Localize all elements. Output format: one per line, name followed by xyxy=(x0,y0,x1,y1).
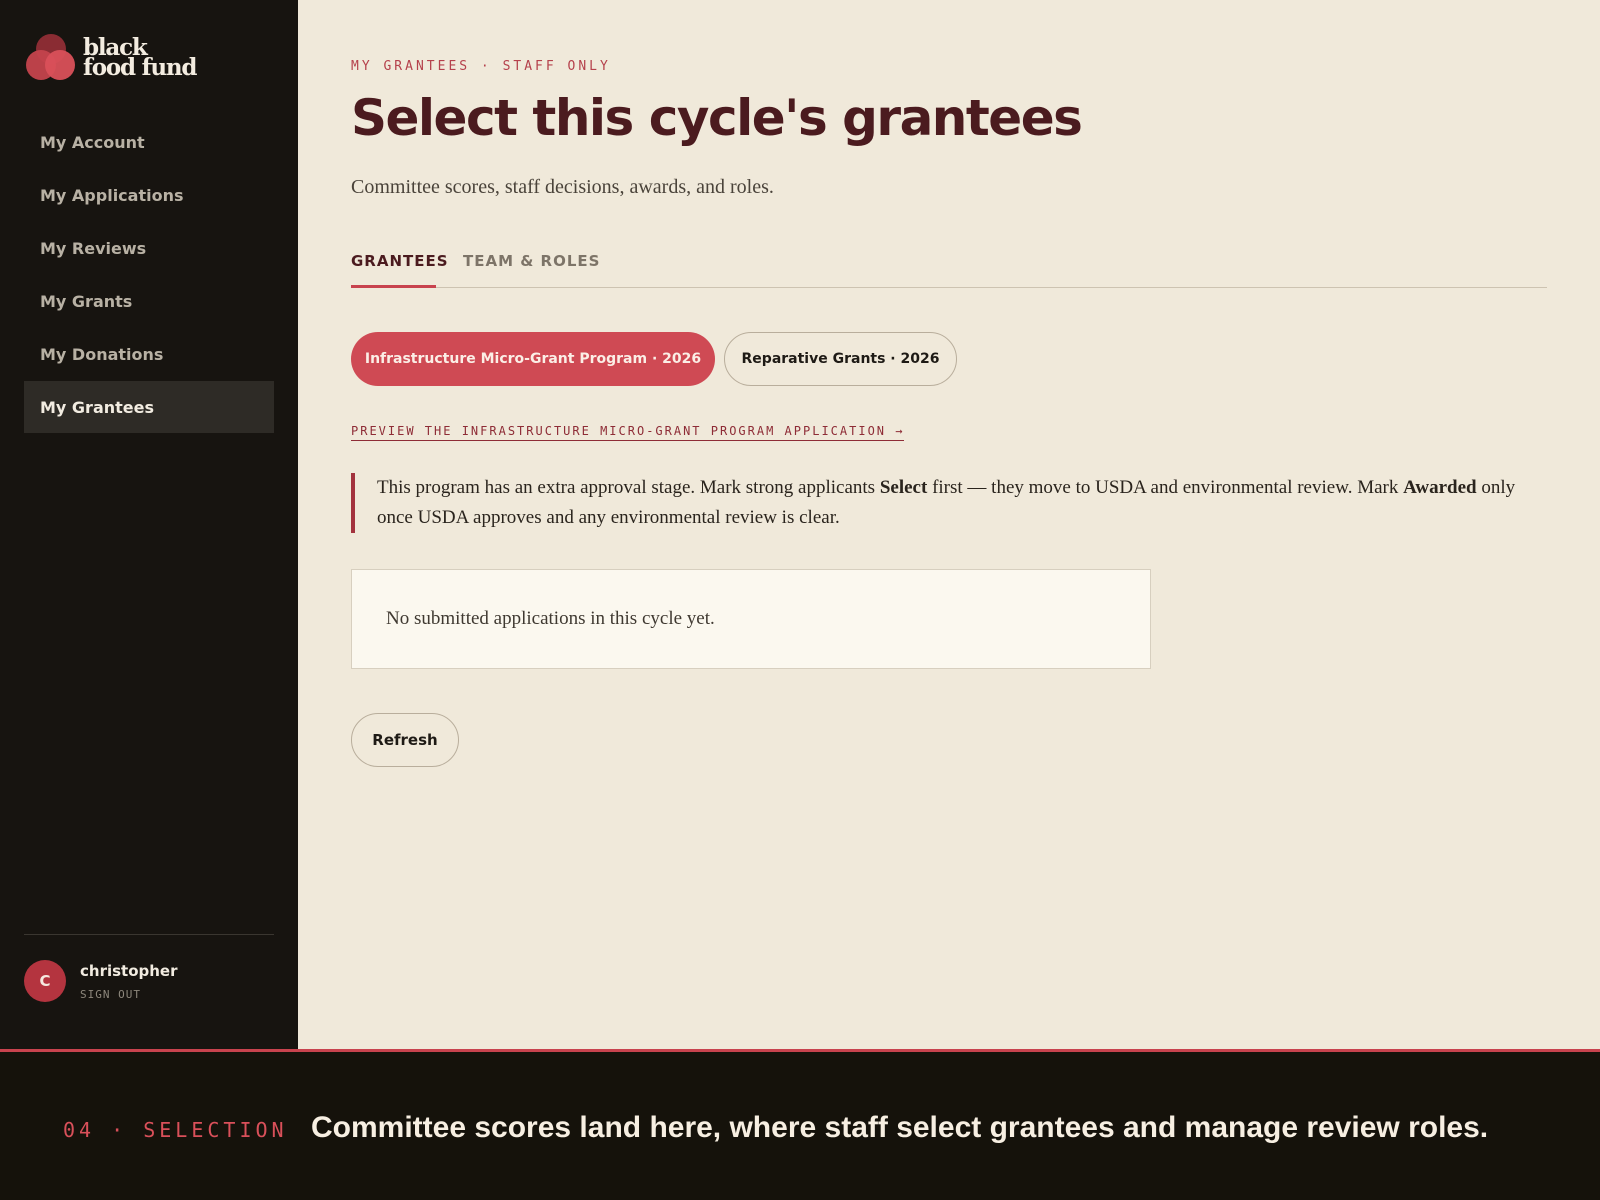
sidebar-item-my-applications[interactable]: My Applications xyxy=(24,169,274,221)
user-profile: C christopher SIGN OUT xyxy=(24,960,178,1002)
user-name: christopher xyxy=(80,961,178,980)
empty-state-card: No submitted applications in this cycle … xyxy=(351,569,1151,669)
sidebar-nav: My Account My Applications My Reviews My… xyxy=(24,116,274,434)
page-subtitle: Committee scores, staff decisions, award… xyxy=(351,176,774,198)
brand-logo[interactable]: black food fund xyxy=(26,34,198,82)
logo-circles-icon xyxy=(26,34,76,82)
page-title: Select this cycle's grantees xyxy=(351,89,1083,147)
footer-caption: Committee scores land here, where staff … xyxy=(311,1111,1489,1144)
refresh-button[interactable]: Refresh xyxy=(351,713,459,767)
callout-bold-awarded: Awarded xyxy=(1403,477,1477,498)
page-eyebrow: MY GRANTEES · STAFF ONLY xyxy=(351,59,611,74)
preview-application-link[interactable]: PREVIEW THE INFRASTRUCTURE MICRO-GRANT P… xyxy=(351,424,905,441)
tab-grantees[interactable]: GRANTEES xyxy=(351,252,449,270)
sidebar-item-my-account[interactable]: My Account xyxy=(24,116,274,168)
sidebar-divider xyxy=(24,934,274,935)
approval-callout: This program has an extra approval stage… xyxy=(351,473,1547,533)
footer-kicker: 04 · SELECTION xyxy=(63,1118,288,1142)
program-pill-infrastructure[interactable]: Infrastructure Micro-Grant Program · 202… xyxy=(351,332,715,386)
sidebar-item-my-donations[interactable]: My Donations xyxy=(24,328,274,380)
callout-bold-select: Select xyxy=(879,477,928,498)
sidebar: black food fund My Account My Applicatio… xyxy=(0,0,298,1050)
active-tab-indicator xyxy=(351,285,436,288)
tab-bar: GRANTEES TEAM & ROLES xyxy=(351,246,1547,288)
sidebar-item-my-grants[interactable]: My Grants xyxy=(24,275,274,327)
avatar[interactable]: C xyxy=(24,960,66,1002)
program-pill-reparative[interactable]: Reparative Grants · 2026 xyxy=(724,332,957,386)
logo-wordmark: black food fund xyxy=(83,34,198,81)
tab-team-roles[interactable]: TEAM & ROLES xyxy=(463,252,600,270)
sidebar-item-my-reviews[interactable]: My Reviews xyxy=(24,222,274,274)
caption-footer: 04 · SELECTION Committee scores land her… xyxy=(0,1049,1600,1200)
callout-text-1: This program has an extra approval stage… xyxy=(377,477,880,498)
sidebar-item-my-grantees[interactable]: My Grantees xyxy=(24,381,274,433)
callout-text-2: first — they move to USDA and environmen… xyxy=(927,477,1404,498)
empty-state-message: No submitted applications in this cycle … xyxy=(386,608,715,629)
sign-out-link[interactable]: SIGN OUT xyxy=(80,988,178,1001)
